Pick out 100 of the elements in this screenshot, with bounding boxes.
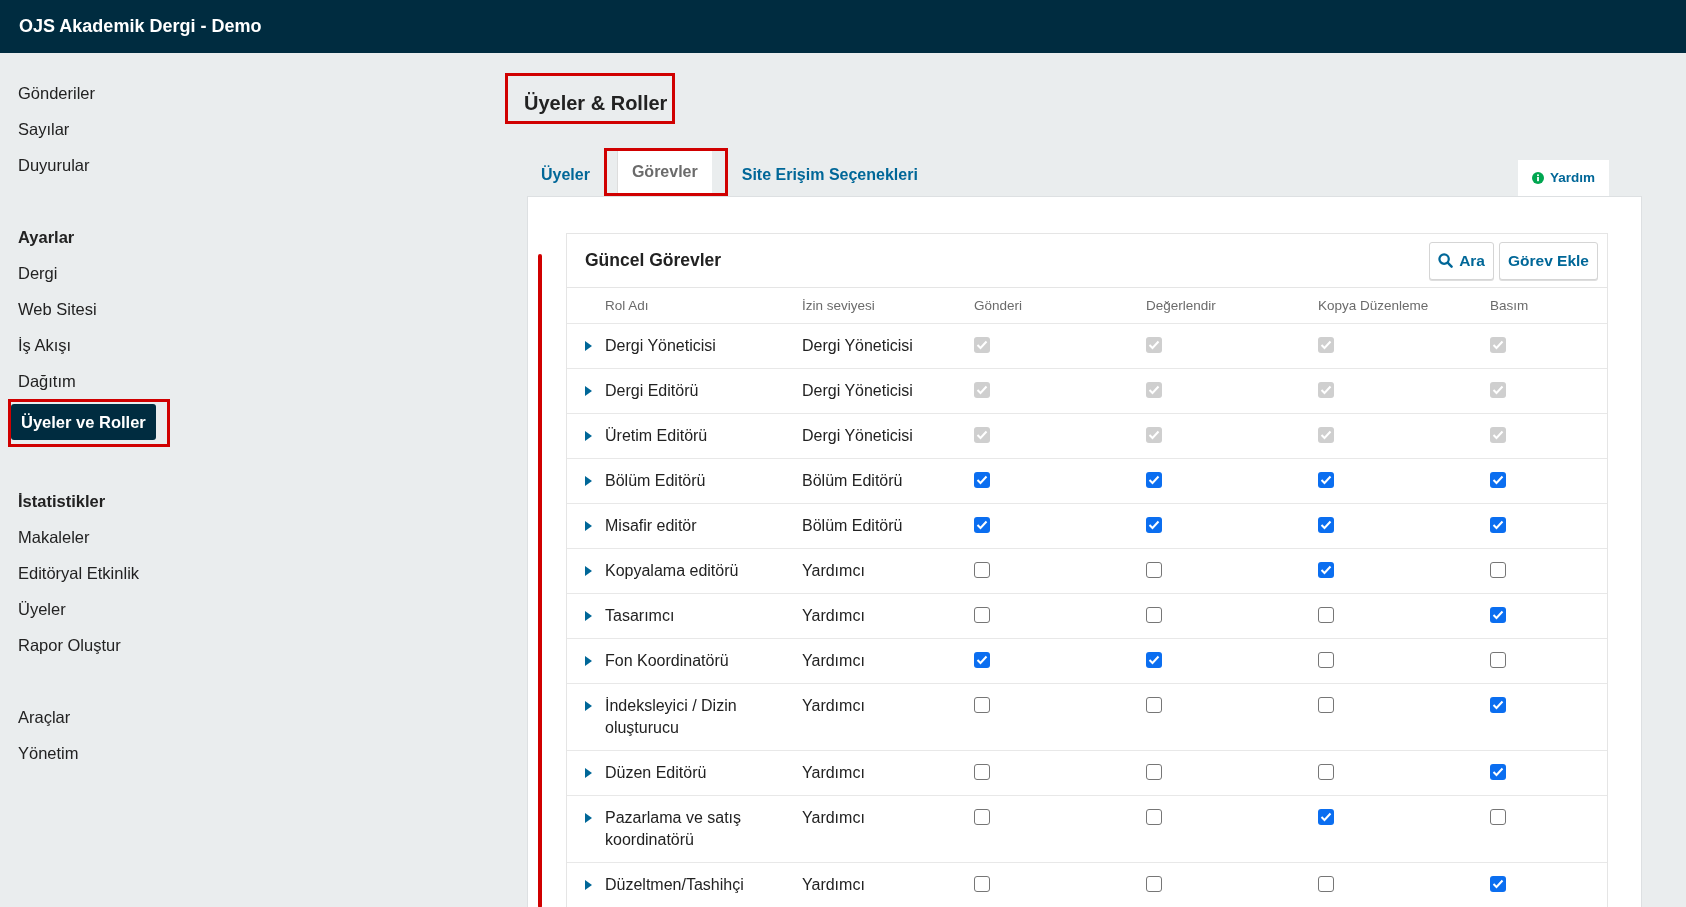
permission-level: Bölüm Editörü — [802, 471, 904, 491]
sidebar-item[interactable]: Rapor Oluştur — [8, 627, 131, 663]
permission-level: Yardımcı — [802, 763, 866, 783]
search-button[interactable]: Ara — [1429, 241, 1494, 280]
checkbox[interactable] — [974, 697, 990, 713]
permission-level: Dergi Yöneticisi — [802, 426, 914, 446]
checkbox[interactable] — [1146, 607, 1162, 623]
help-button[interactable]: Yardım — [1517, 160, 1609, 196]
sidebar-item[interactable]: Üyeler — [8, 591, 76, 627]
info-icon — [1531, 171, 1544, 184]
checkbox[interactable] — [974, 607, 990, 623]
column-header: İzin seviyesi — [802, 298, 876, 314]
checkbox[interactable] — [1318, 472, 1334, 488]
sidebar-item[interactable]: Üyeler ve Roller — [11, 404, 156, 440]
expand-caret-icon[interactable] — [585, 431, 592, 441]
expand-caret-icon[interactable] — [585, 656, 592, 666]
sidebar-item[interactable]: Dergi — [8, 255, 68, 291]
role-name: Fon Koordinatörü — [605, 651, 730, 671]
permission-level: Yardımcı — [802, 808, 866, 828]
checkbox[interactable] — [1490, 876, 1506, 892]
role-name: Tasarımcı — [605, 606, 676, 626]
tab[interactable]: Site Erişim Seçenekleri — [727, 154, 932, 196]
sidebar-item[interactable]: Dağıtım — [8, 363, 86, 399]
sidebar-item[interactable]: Makaleler — [8, 519, 100, 555]
checkbox[interactable] — [1490, 652, 1506, 668]
permission-level: Bölüm Editörü — [802, 516, 904, 536]
expand-caret-icon[interactable] — [585, 341, 592, 351]
checkbox[interactable] — [1490, 517, 1506, 533]
role-name: Dergi Yöneticisi — [605, 336, 717, 356]
checkbox[interactable] — [1490, 472, 1506, 488]
sidebar-item[interactable]: İş Akışı — [8, 327, 82, 363]
role-name: Bölüm Editörü — [605, 471, 707, 491]
checkbox[interactable] — [1146, 809, 1162, 825]
role-name: Üretim Editörü — [605, 426, 709, 446]
add-button[interactable]: Görev Ekle — [1499, 241, 1598, 280]
checkbox[interactable] — [1318, 697, 1334, 713]
card-title: Güncel Görevler — [585, 250, 722, 271]
expand-caret-icon[interactable] — [585, 768, 592, 778]
checkbox[interactable] — [974, 517, 990, 533]
column-header: Gönderi — [974, 298, 1024, 314]
checkbox[interactable] — [1146, 517, 1162, 533]
expand-caret-icon[interactable] — [585, 611, 592, 621]
column-header: Değerlendir — [1146, 298, 1217, 314]
checkbox[interactable] — [974, 652, 990, 668]
sidebar-item[interactable]: Araçlar — [8, 699, 81, 735]
role-name: Pazarlama ve satış koordinatörü — [605, 808, 743, 850]
permission-level: Yardımcı — [802, 875, 866, 895]
checkbox[interactable] — [1490, 607, 1506, 623]
expand-caret-icon[interactable] — [585, 813, 592, 823]
permission-level: Yardımcı — [802, 561, 866, 581]
expand-caret-icon[interactable] — [585, 880, 592, 890]
sidebar-item[interactable]: Yönetim — [8, 735, 89, 771]
permission-level: Dergi Yöneticisi — [802, 381, 914, 401]
checkbox[interactable] — [1146, 472, 1162, 488]
tab[interactable]: Üyeler — [527, 154, 604, 196]
sidebar-item[interactable]: Editöryal Etkinlik — [8, 555, 150, 591]
role-name: İndeksleyici / Dizin oluşturucu — [605, 696, 738, 738]
site-title: OJS Akademik Dergi - Demo — [19, 16, 262, 37]
column-header: Kopya Düzenleme — [1318, 298, 1430, 314]
checkbox[interactable] — [1490, 697, 1506, 713]
checkbox[interactable] — [974, 472, 990, 488]
permission-level: Dergi Yöneticisi — [802, 336, 914, 356]
checkbox[interactable] — [974, 562, 990, 578]
checkbox[interactable] — [1318, 876, 1334, 892]
expand-caret-icon[interactable] — [585, 521, 592, 531]
sidebar-item[interactable]: Sayılar — [8, 111, 80, 147]
checkbox[interactable] — [1318, 652, 1334, 668]
checkbox[interactable] — [974, 809, 990, 825]
checkbox[interactable] — [974, 764, 990, 780]
expand-caret-icon[interactable] — [585, 701, 592, 711]
checkbox[interactable] — [1318, 764, 1334, 780]
sidebar-item[interactable]: Gönderiler — [8, 75, 106, 111]
permission-level: Yardımcı — [802, 651, 866, 671]
tab[interactable]: Görevler — [616, 151, 712, 193]
checkbox[interactable] — [1318, 607, 1334, 623]
checkbox[interactable] — [1318, 562, 1334, 578]
checkbox[interactable] — [1490, 764, 1506, 780]
checkbox[interactable] — [1318, 809, 1334, 825]
checkbox[interactable] — [1146, 562, 1162, 578]
checkbox[interactable] — [1146, 876, 1162, 892]
checkbox[interactable] — [1146, 652, 1162, 668]
expand-caret-icon[interactable] — [585, 476, 592, 486]
expand-caret-icon[interactable] — [585, 386, 592, 396]
checkbox[interactable] — [1490, 809, 1506, 825]
column-header: Basım — [1490, 298, 1530, 314]
sidebar-item[interactable]: Web Sitesi — [8, 291, 107, 327]
sidebar-heading: Ayarlar — [17, 227, 76, 248]
checkbox[interactable] — [1146, 764, 1162, 780]
checkbox[interactable] — [1318, 517, 1334, 533]
role-name: Düzen Editörü — [605, 763, 708, 783]
sidebar-heading: İstatistikler — [17, 491, 107, 512]
search-icon — [1438, 253, 1454, 268]
checkbox[interactable] — [1490, 562, 1506, 578]
sidebar-item[interactable]: Duyurular — [8, 147, 100, 183]
column-header: Rol Adı — [605, 298, 650, 314]
checkbox[interactable] — [1146, 697, 1162, 713]
role-name: Düzeltmen/Tashihçi — [605, 875, 745, 895]
checkbox[interactable] — [974, 876, 990, 892]
permission-level: Yardımcı — [802, 696, 866, 716]
expand-caret-icon[interactable] — [585, 566, 592, 576]
